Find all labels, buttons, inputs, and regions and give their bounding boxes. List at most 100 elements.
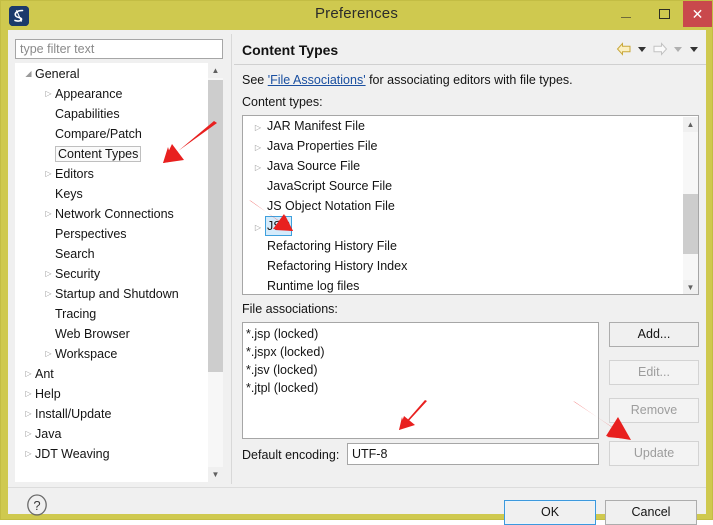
default-encoding-input[interactable] bbox=[347, 443, 599, 465]
sidebar-item-jdt-weaving[interactable]: ▷ JDT Weaving bbox=[16, 444, 206, 464]
twisty-collapsed-icon[interactable]: ▷ bbox=[22, 424, 35, 444]
twisty-collapsed-icon[interactable]: ▷ bbox=[251, 118, 265, 138]
twisty-collapsed-icon[interactable]: ▷ bbox=[251, 218, 265, 238]
content-types-scroll-thumb[interactable] bbox=[683, 194, 698, 254]
content-type-row[interactable]: ▷ Java Properties File bbox=[243, 136, 698, 156]
sidebar-item-install-update[interactable]: ▷ Install/Update bbox=[16, 404, 206, 424]
svg-text:?: ? bbox=[33, 498, 40, 513]
page-nav-icons bbox=[616, 42, 700, 56]
twisty-collapsed-icon[interactable]: ▷ bbox=[42, 344, 55, 364]
panel-divider bbox=[231, 34, 232, 484]
maximize-button[interactable] bbox=[645, 1, 683, 27]
back-arrow-icon[interactable] bbox=[616, 42, 632, 56]
preferences-window: Preferences ✕ ◢General▷AppearanceCapabil… bbox=[0, 0, 713, 525]
filter-input[interactable] bbox=[15, 39, 223, 59]
page-title: Content Types bbox=[242, 42, 339, 58]
sidebar-scroll-track[interactable] bbox=[208, 78, 223, 467]
content-types-scrollbar[interactable]: ▲ ▼ bbox=[683, 117, 698, 294]
close-button[interactable]: ✕ bbox=[683, 1, 712, 27]
sidebar-item-label: Editors bbox=[55, 167, 94, 181]
sidebar-item-ant[interactable]: ▷ Ant bbox=[16, 364, 206, 384]
content-type-row[interactable]: JavaScript Source File bbox=[243, 176, 698, 196]
preferences-tree[interactable]: ◢ General ▷ Appearance Capabilities Compare/P… bbox=[15, 63, 223, 482]
sidebar-scroll-thumb[interactable] bbox=[208, 80, 223, 372]
content-type-row[interactable]: ▷ JSP bbox=[243, 216, 698, 236]
content-types-label: Content types: bbox=[242, 95, 323, 109]
sidebar-item-general[interactable]: ◢ General bbox=[16, 64, 206, 84]
sidebar-item-editors[interactable]: ▷ Editors bbox=[16, 164, 206, 184]
close-icon: ✕ bbox=[691, 6, 704, 22]
sidebar-item-content-types[interactable]: Content Types bbox=[16, 144, 206, 164]
sidebar-item-search[interactable]: Search bbox=[16, 244, 206, 264]
sidebar-item-label: Help bbox=[35, 387, 61, 401]
sidebar-item-startup-and-shutdown[interactable]: ▷ Startup and Shutdown bbox=[16, 284, 206, 304]
sidebar-item-label: Startup and Shutdown bbox=[55, 287, 179, 301]
sidebar-item-network-connections[interactable]: ▷ Network Connections bbox=[16, 204, 206, 224]
sidebar-scrollbar[interactable]: ▲ ▼ bbox=[208, 63, 223, 482]
scroll-down-icon[interactable]: ▼ bbox=[208, 467, 223, 482]
file-association-row[interactable]: *.jtpl (locked) bbox=[246, 379, 598, 397]
twisty-collapsed-icon[interactable]: ▷ bbox=[42, 204, 55, 224]
file-association-row[interactable]: *.jsp (locked) bbox=[246, 325, 598, 343]
content-type-row[interactable]: Refactoring History Index bbox=[243, 256, 698, 276]
remove-button: Remove bbox=[609, 398, 699, 423]
sidebar-item-perspectives[interactable]: Perspectives bbox=[16, 224, 206, 244]
ok-button[interactable]: OK bbox=[504, 500, 596, 525]
minimize-button[interactable] bbox=[607, 1, 645, 27]
scroll-up-icon[interactable]: ▲ bbox=[208, 63, 223, 78]
sidebar-item-appearance[interactable]: ▷ Appearance bbox=[16, 84, 206, 104]
page-menu-chevron-down-icon[interactable] bbox=[690, 46, 698, 52]
twisty-collapsed-icon[interactable]: ▷ bbox=[22, 404, 35, 424]
window-title: Preferences bbox=[314, 5, 399, 22]
content-type-row[interactable]: ▷ Java Source File bbox=[243, 156, 698, 176]
sidebar-item-label: Perspectives bbox=[55, 227, 127, 241]
dialog-body: ◢General▷AppearanceCapabilitiesCompare/P… bbox=[8, 30, 706, 525]
content-type-row[interactable]: JS Object Notation File bbox=[243, 196, 698, 216]
sidebar-item-help[interactable]: ▷ Help bbox=[16, 384, 206, 404]
twisty-collapsed-icon[interactable]: ▷ bbox=[22, 444, 35, 464]
edit-button: Edit... bbox=[609, 360, 699, 385]
file-associations-list[interactable]: *.jsp (locked) *.jspx (locked) *.jsv (lock… bbox=[242, 322, 599, 439]
sidebar-item-label: Workspace bbox=[55, 347, 118, 361]
sidebar-item-compare-patch[interactable]: Compare/Patch bbox=[16, 124, 206, 144]
twisty-expanded-icon[interactable]: ◢ bbox=[22, 64, 35, 84]
file-association-row[interactable]: *.jsv (locked) bbox=[246, 361, 598, 379]
content-type-row[interactable]: Refactoring History File bbox=[243, 236, 698, 256]
title-separator bbox=[234, 64, 706, 65]
sidebar-item-workspace[interactable]: ▷ Workspace bbox=[16, 344, 206, 364]
twisty-collapsed-icon[interactable]: ▷ bbox=[251, 138, 265, 158]
forward-dropdown-chevron-down-icon bbox=[674, 46, 682, 52]
scroll-up-icon[interactable]: ▲ bbox=[683, 117, 698, 132]
twisty-collapsed-icon[interactable]: ▷ bbox=[22, 384, 35, 404]
sidebar-item-tracing[interactable]: Tracing bbox=[16, 304, 206, 324]
file-association-row[interactable]: *.jspx (locked) bbox=[246, 343, 598, 361]
sidebar-item-web-browser[interactable]: Web Browser bbox=[16, 324, 206, 344]
content-types-list[interactable]: ▷ JAR Manifest File ▷ Java Properties File ▷… bbox=[242, 115, 699, 295]
maximize-icon bbox=[658, 9, 670, 19]
update-button: Update bbox=[609, 441, 699, 466]
twisty-collapsed-icon[interactable]: ▷ bbox=[42, 84, 55, 104]
cancel-button[interactable]: Cancel bbox=[605, 500, 697, 525]
file-associations-link[interactable]: 'File Associations' bbox=[268, 73, 366, 87]
description-text: See 'File Associations' for associating … bbox=[242, 73, 573, 87]
twisty-collapsed-icon[interactable]: ▷ bbox=[42, 284, 55, 304]
content-types-scroll-track[interactable] bbox=[683, 132, 698, 280]
back-dropdown-chevron-down-icon[interactable] bbox=[638, 46, 646, 52]
sidebar-item-java[interactable]: ▷ Java bbox=[16, 424, 206, 444]
sidebar-item-keys[interactable]: Keys bbox=[16, 184, 206, 204]
content-type-row[interactable]: ▷ JAR Manifest File bbox=[243, 116, 698, 136]
twisty-collapsed-icon[interactable]: ▷ bbox=[42, 264, 55, 284]
sidebar-item-label: Web Browser bbox=[55, 327, 130, 341]
sidebar-item-capabilities[interactable]: Capabilities bbox=[16, 104, 206, 124]
file-associations-label: File associations: bbox=[242, 302, 338, 316]
sidebar-item-label: Install/Update bbox=[35, 407, 112, 421]
content-type-label: Refactoring History File bbox=[267, 239, 397, 253]
twisty-collapsed-icon[interactable]: ▷ bbox=[22, 364, 35, 384]
sidebar-item-security[interactable]: ▷ Security bbox=[16, 264, 206, 284]
add-button[interactable]: Add... bbox=[609, 322, 699, 347]
twisty-collapsed-icon[interactable]: ▷ bbox=[251, 158, 265, 178]
scroll-down-icon[interactable]: ▼ bbox=[683, 280, 698, 294]
help-question-icon[interactable]: ? bbox=[26, 494, 48, 516]
twisty-collapsed-icon[interactable]: ▷ bbox=[42, 164, 55, 184]
content-type-row[interactable]: Runtime log files bbox=[243, 276, 698, 294]
